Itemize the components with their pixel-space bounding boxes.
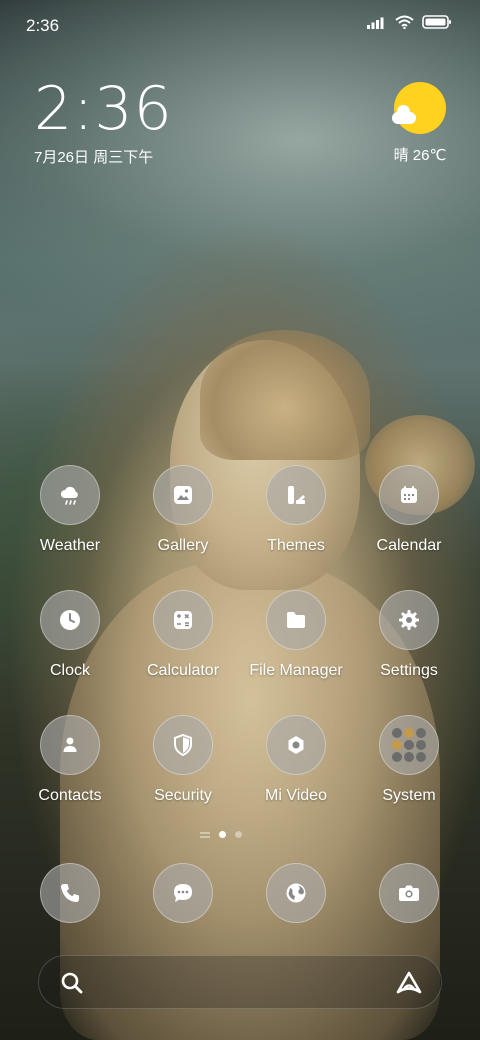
calendar-icon (379, 465, 439, 525)
app-system-folder[interactable]: System (353, 715, 465, 805)
status-icons (367, 15, 452, 29)
weather-widget[interactable]: 晴 26℃ (380, 82, 460, 165)
app-label: Calculator (146, 662, 220, 679)
clock-widget[interactable]: 2:36 7月26日 周三下午 (34, 78, 173, 167)
app-label: Mi Video (265, 787, 327, 804)
app-gallery[interactable]: Gallery (127, 465, 239, 555)
app-label: Contacts (38, 787, 102, 804)
dock-messages[interactable] (153, 863, 213, 923)
app-themes[interactable]: Themes (240, 465, 352, 555)
dock-phone[interactable] (40, 863, 100, 923)
assistant-icon[interactable] (395, 970, 423, 996)
page-indicator-feed (200, 831, 210, 838)
app-mi-video[interactable]: Mi Video (240, 715, 352, 805)
weather-text: 晴 26℃ (393, 147, 447, 164)
folder-icon (266, 590, 326, 650)
clock-time: 2:36 (34, 74, 173, 144)
app-label: File Manager (249, 662, 343, 679)
app-security[interactable]: Security (127, 715, 239, 805)
gear-icon (379, 590, 439, 650)
wallpaper-statue-crown (200, 330, 370, 460)
app-contacts[interactable]: Contacts (14, 715, 126, 805)
app-settings[interactable]: Settings (353, 590, 465, 680)
status-time: 2:36 (26, 16, 60, 35)
app-label: Themes (267, 537, 325, 554)
app-calculator[interactable]: Calculator (127, 590, 239, 680)
clock-icon (40, 590, 100, 650)
signal-icon (367, 17, 384, 29)
app-calendar[interactable]: Calendar (353, 465, 465, 555)
wifi-icon (395, 15, 414, 29)
search-icon[interactable] (61, 972, 83, 994)
app-clock[interactable]: Clock (14, 590, 126, 680)
clock-date: 7月26日 周三下午 (34, 149, 154, 166)
themes-icon (266, 465, 326, 525)
status-bar: 2:36 (0, 0, 480, 48)
browser-icon (266, 863, 326, 923)
page-indicator[interactable] (200, 831, 242, 838)
app-label: Clock (49, 662, 90, 679)
app-label: System (382, 787, 436, 804)
calculator-icon (153, 590, 213, 650)
app-file-manager[interactable]: File Manager (240, 590, 352, 680)
contacts-icon (40, 715, 100, 775)
gallery-icon (153, 465, 213, 525)
message-icon (153, 863, 213, 923)
dock-browser[interactable] (266, 863, 326, 923)
app-label: Calendar (376, 537, 442, 554)
sun-cloud-icon (392, 82, 446, 134)
page-indicator-dot (235, 831, 242, 838)
app-label: Security (154, 787, 212, 804)
battery-icon (422, 15, 451, 29)
app-label: Gallery (157, 537, 209, 554)
weather-icon (40, 465, 100, 525)
camera-icon (379, 863, 439, 923)
page-indicator-dot-active (219, 831, 226, 838)
folder-grid-icon (379, 715, 439, 775)
video-icon (266, 715, 326, 775)
app-label: Settings (380, 662, 438, 679)
dock-camera[interactable] (379, 863, 439, 923)
shield-icon (153, 715, 213, 775)
phone-icon (40, 863, 100, 923)
search-bar[interactable] (38, 955, 442, 1009)
app-label: Weather (39, 537, 101, 554)
app-weather[interactable]: Weather (14, 465, 126, 555)
